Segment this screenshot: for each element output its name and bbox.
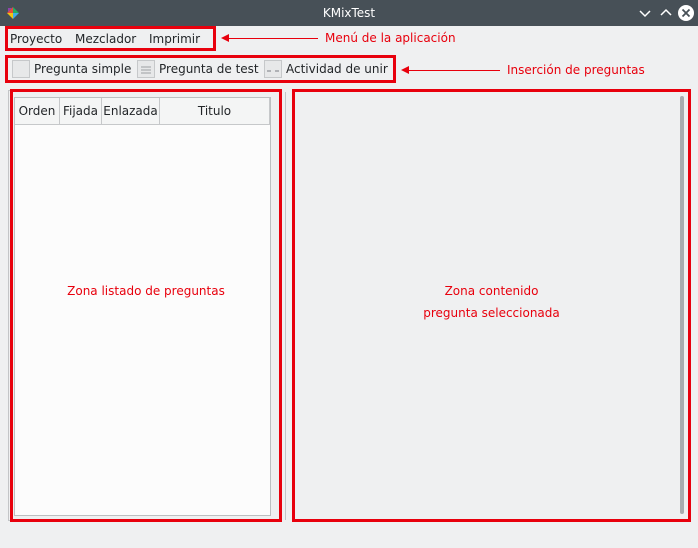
menu-highlight-box bbox=[5, 26, 216, 51]
content-zone-annotation-line1: Zona contenido bbox=[444, 284, 539, 298]
list-zone-highlight-box bbox=[10, 89, 282, 522]
close-icon[interactable] bbox=[677, 4, 695, 22]
window-title: KMixTest bbox=[322, 6, 376, 20]
toolbar-highlight-box bbox=[5, 55, 396, 83]
insertion-annotation: Inserción de preguntas bbox=[507, 63, 645, 77]
list-zone-annotation: Zona listado de preguntas bbox=[67, 284, 225, 298]
maximize-icon[interactable] bbox=[657, 4, 675, 22]
pane-splitter[interactable] bbox=[285, 92, 291, 520]
toolbar-arrow-line bbox=[408, 70, 500, 71]
minimize-icon[interactable] bbox=[636, 4, 654, 22]
window-titlebar: KMixTest bbox=[0, 0, 698, 26]
menu-annotation: Menú de la aplicación bbox=[325, 31, 456, 45]
menu-arrow-line bbox=[228, 38, 318, 39]
content-zone-annotation-line2: pregunta seleccionada bbox=[423, 306, 560, 320]
